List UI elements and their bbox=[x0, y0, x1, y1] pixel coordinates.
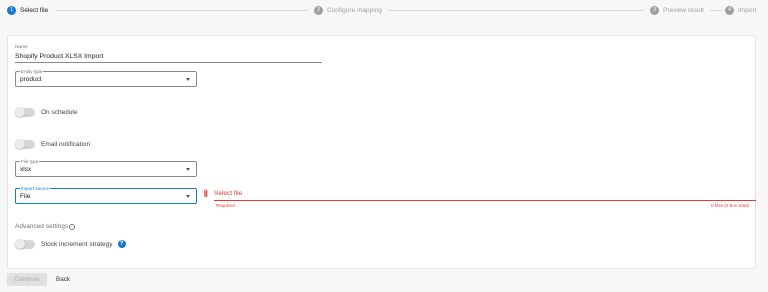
advanced-settings-label: Advanced settings bbox=[15, 223, 69, 230]
import-source-label: Import source bbox=[20, 186, 51, 191]
select-file-button[interactable]: Select file bbox=[203, 188, 242, 198]
files-count-text: 0 files (0 B in total) bbox=[710, 203, 749, 208]
toggle-knob bbox=[15, 239, 25, 249]
advanced-settings-toggle[interactable]: Advanced settings − bbox=[15, 223, 76, 230]
chevron-down-icon[interactable] bbox=[186, 78, 190, 81]
step-import[interactable]: 4 Import bbox=[725, 5, 756, 15]
select-file-label: Select file bbox=[214, 189, 243, 197]
entity-type-select[interactable]: Entity type product bbox=[15, 69, 197, 87]
email-notification-row: Email notification bbox=[15, 139, 90, 149]
file-type-label: File type bbox=[20, 159, 40, 164]
chevron-down-icon[interactable] bbox=[186, 195, 190, 198]
stock-increment-label: Stock increment strategy bbox=[41, 240, 113, 248]
back-button[interactable]: Back bbox=[52, 273, 74, 286]
chevron-down-icon[interactable] bbox=[186, 168, 190, 171]
continue-button[interactable]: Continue bbox=[7, 273, 47, 286]
step-connector bbox=[388, 9, 644, 11]
email-notification-label: Email notification bbox=[41, 140, 91, 148]
import-source-value: File bbox=[20, 192, 31, 200]
import-settings-card: Name Shopify Product XLSX Import Entity … bbox=[7, 35, 756, 269]
entity-type-label: Entity type bbox=[20, 69, 44, 74]
step-connector bbox=[55, 9, 308, 11]
file-type-value: xlsx bbox=[20, 165, 32, 173]
step-label: Import bbox=[738, 6, 757, 14]
help-icon[interactable]: ? bbox=[117, 240, 126, 248]
entity-type-value: product bbox=[20, 75, 42, 83]
step-select-file[interactable]: 1 Select file bbox=[7, 5, 48, 15]
on-schedule-toggle[interactable] bbox=[15, 107, 35, 117]
name-label: Name bbox=[15, 45, 28, 50]
stock-increment-row: Stock increment strategy ? bbox=[15, 239, 126, 249]
import-source-select[interactable]: Import source File bbox=[15, 186, 197, 204]
import-stepper: 1 Select file 2 Configure mapping 3 Prev… bbox=[0, 0, 768, 22]
email-notification-toggle[interactable] bbox=[15, 139, 35, 149]
step-number: 1 bbox=[7, 5, 16, 15]
on-schedule-label: On schedule bbox=[41, 108, 78, 116]
required-error-text: Required bbox=[216, 203, 235, 208]
step-label: Configure mapping bbox=[327, 6, 382, 14]
toggle-knob bbox=[15, 107, 25, 117]
step-number: 3 bbox=[650, 5, 659, 15]
paperclip-icon bbox=[204, 188, 208, 197]
step-number: 2 bbox=[314, 5, 323, 15]
step-label: Select file bbox=[20, 6, 49, 14]
step-configure-mapping[interactable]: 2 Configure mapping bbox=[314, 5, 382, 15]
file-type-select[interactable]: File type xlsx bbox=[15, 159, 197, 177]
step-preview-result[interactable]: 3 Preview result bbox=[650, 5, 704, 15]
name-value: Shopify Product XLSX Import bbox=[15, 53, 104, 60]
stock-increment-toggle[interactable] bbox=[15, 239, 35, 249]
name-input[interactable]: Name Shopify Product XLSX Import bbox=[15, 43, 322, 63]
on-schedule-row: On schedule bbox=[15, 107, 78, 117]
collapse-circle-icon: − bbox=[69, 223, 76, 230]
step-connector bbox=[710, 9, 723, 11]
file-input-underline bbox=[214, 200, 756, 201]
step-label: Preview result bbox=[663, 6, 704, 14]
step-number: 4 bbox=[725, 5, 734, 15]
toggle-knob bbox=[15, 139, 25, 149]
